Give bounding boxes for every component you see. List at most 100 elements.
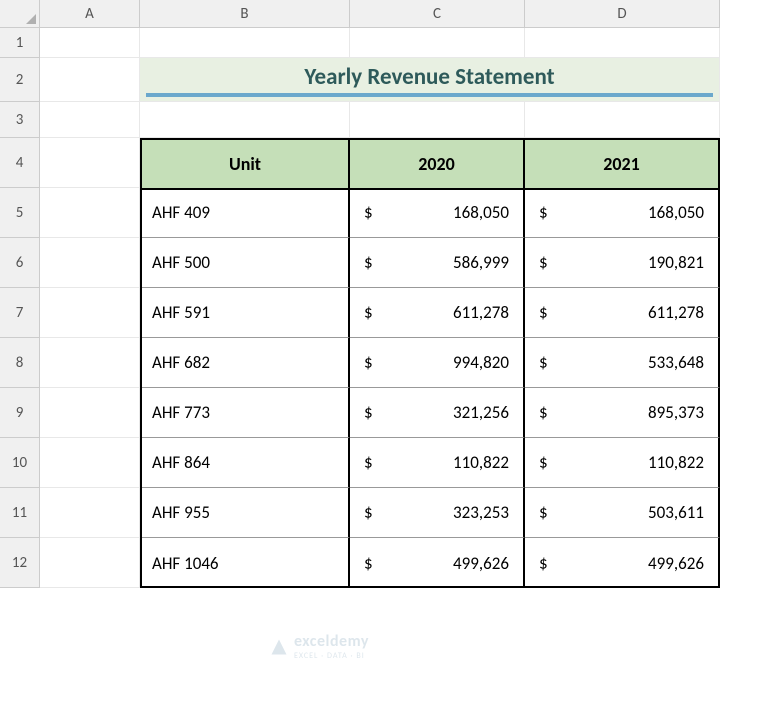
cell-2020-10[interactable]: $110,822 <box>350 438 525 488</box>
row-5: 5AHF 409$168,050$168,050 <box>0 188 767 238</box>
cell-2020-11[interactable]: $323,253 <box>350 488 525 538</box>
row-header-3[interactable]: 3 <box>0 102 40 138</box>
cell-2020-6[interactable]: $586,999 <box>350 238 525 288</box>
value-2020: 499,626 <box>453 553 509 574</box>
cell-2020-5[interactable]: $168,050 <box>350 188 525 238</box>
cell-unit-12[interactable]: AHF 1046 <box>142 538 350 588</box>
cell-unit-10[interactable]: AHF 864 <box>142 438 350 488</box>
value-2020: 586,999 <box>453 252 509 273</box>
row-12: 12AHF 1046$499,626$499,626 <box>0 538 767 588</box>
currency-symbol: $ <box>364 352 373 373</box>
header-2021[interactable]: 2021 <box>525 140 720 190</box>
cell-2020-8[interactable]: $994,820 <box>350 338 525 388</box>
currency-symbol: $ <box>539 502 548 523</box>
value-2020: 323,253 <box>453 502 509 523</box>
cell-a10[interactable] <box>40 438 140 488</box>
cell-2021-9[interactable]: $895,373 <box>525 388 720 438</box>
cell-b1[interactable] <box>140 28 350 58</box>
currency-symbol: $ <box>364 252 373 273</box>
cell-2021-11[interactable]: $503,611 <box>525 488 720 538</box>
cell-2021-6[interactable]: $190,821 <box>525 238 720 288</box>
row-1: 1 <box>0 28 767 58</box>
currency-symbol: $ <box>539 553 548 574</box>
currency-symbol: $ <box>364 402 373 423</box>
cell-a6[interactable] <box>40 238 140 288</box>
title-cell[interactable]: Yearly Revenue Statement <box>140 58 720 102</box>
cell-a3[interactable] <box>40 102 140 138</box>
cell-2021-7[interactable]: $611,278 <box>525 288 720 338</box>
page-title: Yearly Revenue Statement <box>146 63 713 97</box>
row-8: 8AHF 682$994,820$533,648 <box>0 338 767 388</box>
value-2021: 611,278 <box>648 302 704 323</box>
cell-d1[interactable] <box>525 28 720 58</box>
value-2021: 168,050 <box>648 202 704 223</box>
currency-symbol: $ <box>539 252 548 273</box>
value-2021: 190,821 <box>648 252 704 273</box>
value-2021: 895,373 <box>648 402 704 423</box>
row-header-5[interactable]: 5 <box>0 188 40 238</box>
col-header-a[interactable]: A <box>40 0 140 28</box>
currency-symbol: $ <box>364 553 373 574</box>
row-2: 2 Yearly Revenue Statement <box>0 58 767 102</box>
cell-a12[interactable] <box>40 538 140 588</box>
cell-c3[interactable] <box>350 102 525 138</box>
cell-unit-7[interactable]: AHF 591 <box>142 288 350 338</box>
value-2020: 321,256 <box>453 402 509 423</box>
cell-a5[interactable] <box>40 188 140 238</box>
cell-unit-11[interactable]: AHF 955 <box>142 488 350 538</box>
cell-c1[interactable] <box>350 28 525 58</box>
currency-symbol: $ <box>364 502 373 523</box>
currency-symbol: $ <box>539 402 548 423</box>
watermark-tag: EXCEL · DATA · BI <box>294 651 369 661</box>
header-2020[interactable]: 2020 <box>350 140 525 190</box>
row-header-4[interactable]: 4 <box>0 138 40 188</box>
cell-unit-5[interactable]: AHF 409 <box>142 188 350 238</box>
cell-a4[interactable] <box>40 138 140 188</box>
row-11: 11AHF 955$323,253$503,611 <box>0 488 767 538</box>
currency-symbol: $ <box>364 202 373 223</box>
cell-a8[interactable] <box>40 338 140 388</box>
cell-a7[interactable] <box>40 288 140 338</box>
col-header-d[interactable]: D <box>525 0 720 28</box>
value-2020: 994,820 <box>453 352 509 373</box>
cell-2021-12[interactable]: $499,626 <box>525 538 720 588</box>
cell-a2[interactable] <box>40 58 140 102</box>
cell-2020-12[interactable]: $499,626 <box>350 538 525 588</box>
value-2020: 110,822 <box>453 452 509 473</box>
currency-symbol: $ <box>364 452 373 473</box>
cell-2021-10[interactable]: $110,822 <box>525 438 720 488</box>
cell-2021-8[interactable]: $533,648 <box>525 338 720 388</box>
brand-icon <box>270 638 288 656</box>
currency-symbol: $ <box>539 452 548 473</box>
row-header-12[interactable]: 12 <box>0 538 40 588</box>
row-header-10[interactable]: 10 <box>0 438 40 488</box>
spreadsheet: A B C D 1 2 Yearly Revenue Statement 3 4… <box>0 0 767 588</box>
value-2020: 611,278 <box>453 302 509 323</box>
row-header-8[interactable]: 8 <box>0 338 40 388</box>
cell-2020-7[interactable]: $611,278 <box>350 288 525 338</box>
row-header-7[interactable]: 7 <box>0 288 40 338</box>
row-header-6[interactable]: 6 <box>0 238 40 288</box>
cell-a9[interactable] <box>40 388 140 438</box>
col-header-b[interactable]: B <box>140 0 350 28</box>
cell-a11[interactable] <box>40 488 140 538</box>
cell-a1[interactable] <box>40 28 140 58</box>
cell-d3[interactable] <box>525 102 720 138</box>
row-9: 9AHF 773$321,256$895,373 <box>0 388 767 438</box>
cell-unit-8[interactable]: AHF 682 <box>142 338 350 388</box>
header-unit[interactable]: Unit <box>142 140 350 190</box>
select-all-corner[interactable] <box>0 0 40 28</box>
col-header-c[interactable]: C <box>350 0 525 28</box>
row-header-2[interactable]: 2 <box>0 58 40 102</box>
cell-unit-6[interactable]: AHF 500 <box>142 238 350 288</box>
cell-b3[interactable] <box>140 102 350 138</box>
value-2021: 503,611 <box>648 502 704 523</box>
row-6: 6AHF 500$586,999$190,821 <box>0 238 767 288</box>
row-header-9[interactable]: 9 <box>0 388 40 438</box>
row-header-1[interactable]: 1 <box>0 28 40 58</box>
value-2021: 110,822 <box>648 452 704 473</box>
row-header-11[interactable]: 11 <box>0 488 40 538</box>
cell-2020-9[interactable]: $321,256 <box>350 388 525 438</box>
cell-unit-9[interactable]: AHF 773 <box>142 388 350 438</box>
cell-2021-5[interactable]: $168,050 <box>525 188 720 238</box>
